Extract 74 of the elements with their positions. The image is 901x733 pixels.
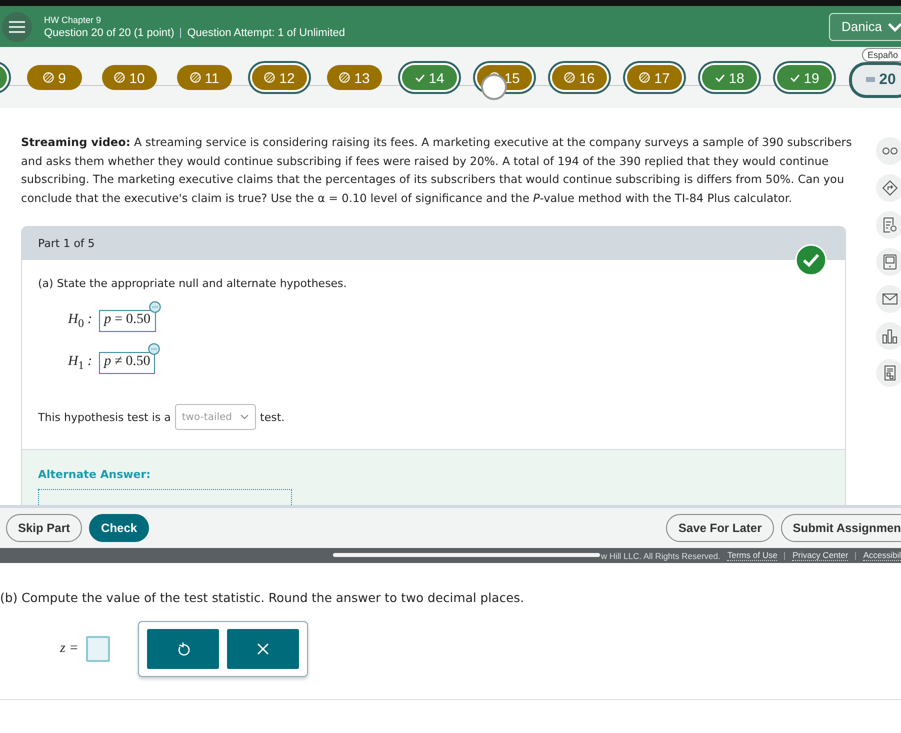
mail-icon: [882, 291, 898, 307]
hatched-circle-icon: [190, 72, 201, 83]
answer-field[interactable]: [86, 636, 110, 662]
copyright-text: w Hill LLC. All Rights Reserved.: [600, 550, 720, 560]
check-icon: [714, 74, 725, 82]
hatched-circle-icon: [564, 72, 576, 83]
question-tab[interactable]: 11: [177, 65, 232, 90]
tool-button[interactable]: [876, 248, 901, 276]
chevron-down-icon: [888, 22, 901, 32]
tool-button[interactable]: [876, 174, 901, 202]
clear-button[interactable]: [227, 629, 300, 669]
test-sentence: This hypothesis test is a: [38, 410, 171, 424]
flag-icon: [866, 76, 876, 83]
tool-button[interactable]: [876, 359, 901, 387]
hypothesis-label: H$_{0}$ :: [68, 312, 92, 330]
question-tab[interactable]: 14: [402, 65, 457, 90]
part-b-prompt: (b) Compute the value of the test statistic. Round the answer to two decimal places.: [0, 589, 526, 605]
bar-chart-icon: [882, 328, 898, 344]
user-menu-button[interactable]: Danica: [828, 12, 901, 40]
menu-button[interactable]: [2, 12, 32, 42]
part-title: Part 1 of 5: [38, 236, 95, 250]
tool-button[interactable]: [876, 322, 901, 350]
language-tab[interactable]: Españo: [862, 48, 901, 62]
answer-field[interactable]: p ≠ 0.50: [99, 352, 156, 374]
more-icon: [148, 343, 160, 356]
question-tab[interactable]: 19: [777, 65, 832, 90]
variable-label: z =: [60, 641, 78, 657]
worksheet-icon: [882, 365, 898, 381]
menu-icon: [9, 20, 25, 32]
question-tab[interactable]: 13: [327, 65, 382, 90]
more-icon: [148, 301, 161, 314]
question-tab[interactable]: 16: [552, 65, 607, 90]
check-icon: [414, 74, 425, 82]
question-tab[interactable]: 20: [852, 64, 901, 94]
tool-button[interactable]: [876, 137, 901, 165]
question-tab[interactable]: 17: [627, 65, 682, 90]
question-tab[interactable]: 12: [252, 65, 307, 90]
question-tab[interactable]: 18: [702, 65, 757, 90]
hypothesis-label: H$_{1}$ :: [68, 354, 92, 372]
part-prompt: (a) State the appropriate null and alternate hypotheses.: [38, 277, 348, 290]
submit-assignment-button[interactable]: Submit Assignmen: [780, 514, 901, 542]
close-icon: [256, 642, 270, 656]
hatched-circle-icon: [339, 72, 350, 83]
footer-link[interactable]: Privacy Center: [792, 550, 848, 561]
hatched-circle-icon: [639, 72, 650, 83]
hatched-circle-icon: [114, 72, 126, 83]
document-search-icon: [882, 217, 898, 233]
save-for-later-button[interactable]: Save For Later: [666, 514, 774, 542]
check-button[interactable]: Check: [89, 514, 150, 542]
test-type-dropdown[interactable]: two-tailed: [174, 404, 256, 430]
scrollbar-thumb[interactable]: [333, 553, 600, 557]
question-info: Question 20 of 20 (1 point): [44, 26, 174, 38]
test-sentence: test.: [260, 410, 285, 424]
chevron-down-icon: [240, 414, 250, 420]
check-icon: [790, 74, 800, 82]
assignment-title: HW Chapter 9: [44, 14, 102, 24]
footer-link[interactable]: Accessibil: [863, 550, 901, 561]
question-text: Streaming video: A streaming service is considering raising its fees. A marketing executive at the company surveys a sample of 390 subscribers and asks them whether they would continue subscribing if fees were raised by 20%. A total of 194 of the 390 replied that they would continue subscribing. The marketing executive claims that the percentages of its subscribers that would continue subscribing is differs from 50%. Can you conclude that the executive's claim is true? Use the α = 0.10 level of significance and the P-value method with the TI-84 Plus calculator.: [21, 135, 852, 207]
footer-link[interactable]: Terms of Use: [727, 550, 778, 561]
hatched-circle-icon: [43, 72, 54, 83]
question-tab[interactable]: 10: [102, 65, 157, 90]
alternate-answer-heading: Alternate Answer:: [38, 468, 152, 482]
undo-button[interactable]: [147, 629, 220, 669]
undo-icon: [176, 642, 190, 656]
attempt-info: Question Attempt: 1 of Unlimited: [187, 26, 345, 38]
calculator-icon: [882, 254, 898, 270]
skip-part-button[interactable]: Skip Part: [6, 514, 82, 542]
direction-sign-icon: [882, 180, 898, 196]
hatched-circle-icon: [264, 72, 276, 83]
question-tab[interactable]: 9: [27, 65, 82, 90]
tool-button[interactable]: [876, 285, 901, 313]
touch-indicator: [481, 74, 507, 100]
tool-button[interactable]: [876, 211, 901, 239]
answer-field[interactable]: p = 0.50: [99, 310, 156, 332]
